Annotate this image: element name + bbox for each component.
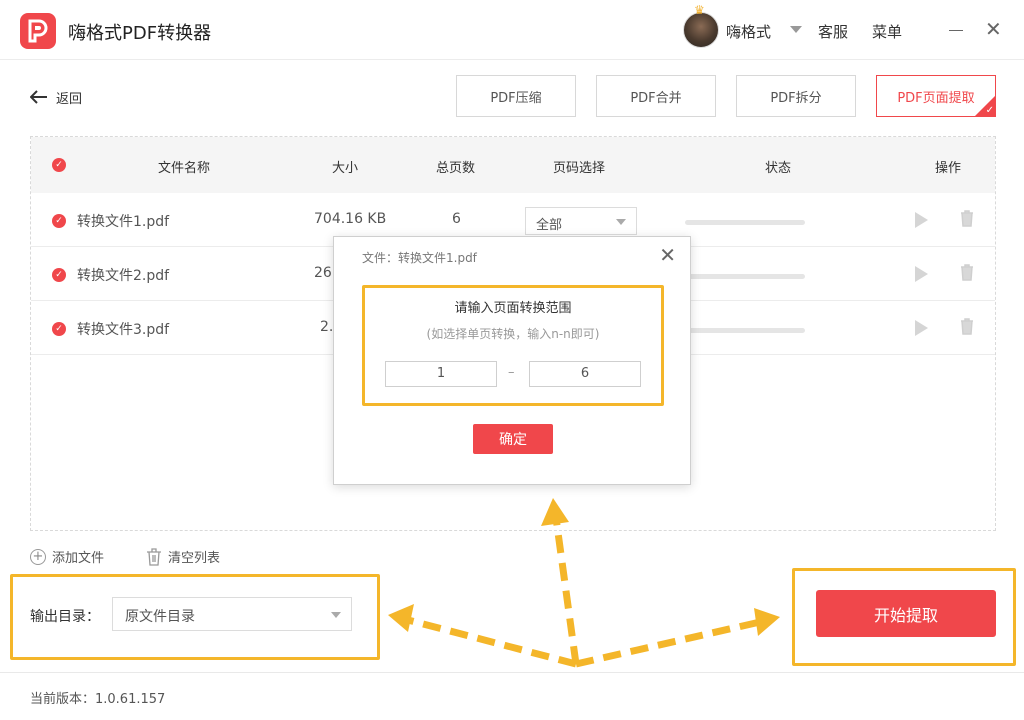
file-size: 704.16 KB xyxy=(314,211,387,227)
col-actions: 操作 xyxy=(935,161,962,176)
play-icon[interactable] xyxy=(915,266,928,282)
row-checkbox[interactable]: ✓ xyxy=(52,214,66,228)
check-icon: ✓ xyxy=(985,105,994,116)
row-checkbox[interactable]: ✓ xyxy=(52,322,66,336)
table-header: ✓ 文件名称 大小 总页数 页码选择 状态 操作 xyxy=(31,137,995,193)
menu-button[interactable]: 菜单 xyxy=(872,21,902,42)
range-input-highlight xyxy=(362,285,664,406)
minimize-icon[interactable] xyxy=(949,30,963,31)
page-select-value: 全部 xyxy=(536,218,563,233)
status-progress-bar xyxy=(685,220,805,225)
back-button[interactable]: 返回 xyxy=(30,86,82,108)
play-icon[interactable] xyxy=(915,320,928,336)
status-progress-bar xyxy=(685,274,805,279)
file-pages: 6 xyxy=(452,211,461,227)
version-text: 当前版本：1.0.61.157 xyxy=(30,692,166,707)
col-size: 大小 xyxy=(332,161,359,176)
tab-pdf-page-extract[interactable]: PDF页面提取 ✓ xyxy=(876,75,996,117)
tab-pdf-merge[interactable]: PDF合并 xyxy=(596,75,716,117)
clear-list-button[interactable]: 清空列表 xyxy=(146,547,220,566)
chevron-down-icon xyxy=(616,219,626,225)
add-file-label: 添加文件 xyxy=(52,551,105,566)
close-icon[interactable]: ✕ xyxy=(985,18,1002,40)
clear-list-label: 清空列表 xyxy=(168,551,221,566)
service-button[interactable]: 客服 xyxy=(818,21,848,42)
col-total-pages: 总页数 xyxy=(436,161,476,176)
user-name[interactable]: 嗨格式 xyxy=(726,21,771,42)
row-checkbox[interactable]: ✓ xyxy=(52,268,66,282)
add-file-button[interactable]: + 添加文件 xyxy=(30,547,104,566)
app-logo-icon xyxy=(20,13,56,49)
arrow-right-head xyxy=(754,608,780,636)
arrow-right-line xyxy=(575,618,761,668)
select-all-checkbox[interactable]: ✓ xyxy=(52,158,66,172)
file-size: 26 xyxy=(314,265,332,281)
tab-label: PDF页面提取 xyxy=(897,90,975,106)
file-size: 2. xyxy=(320,319,334,335)
start-button-highlight xyxy=(792,568,1016,666)
file-name: 转换文件1.pdf xyxy=(77,214,170,230)
file-name: 转换文件3.pdf xyxy=(77,322,170,338)
plus-icon: + xyxy=(30,548,46,565)
play-icon[interactable] xyxy=(915,212,928,228)
col-status: 状态 xyxy=(765,161,792,176)
app-title: 嗨格式PDF转换器 xyxy=(68,23,212,44)
output-dir-highlight xyxy=(10,574,380,660)
col-page-select: 页码选择 xyxy=(553,161,606,176)
crown-icon: ♛ xyxy=(694,3,705,17)
tab-pdf-split[interactable]: PDF拆分 xyxy=(736,75,856,117)
file-name: 转换文件2.pdf xyxy=(77,268,170,284)
status-progress-bar xyxy=(685,328,805,333)
trash-icon[interactable] xyxy=(960,318,974,335)
arrow-left-icon xyxy=(30,90,47,104)
arrow-left-line xyxy=(407,616,577,668)
trash-icon[interactable] xyxy=(960,210,974,227)
page-select-dropdown[interactable]: 全部 xyxy=(525,207,637,235)
close-icon[interactable]: ✕ xyxy=(659,243,676,267)
footer-divider xyxy=(0,672,1024,673)
confirm-button[interactable]: 确定 xyxy=(473,424,553,454)
col-file-name: 文件名称 xyxy=(158,161,211,176)
arrow-up-line xyxy=(552,517,580,665)
dialog-title: 文件：转换文件1.pdf xyxy=(362,251,477,265)
back-label: 返回 xyxy=(56,91,83,107)
trash-icon xyxy=(147,547,161,566)
trash-icon[interactable] xyxy=(960,264,974,281)
page-range-dialog: 文件：转换文件1.pdf ✕ 请输入页面转换范围 (如选择单页转换，输入n-n即… xyxy=(333,236,691,485)
tab-pdf-compress[interactable]: PDF压缩 xyxy=(456,75,576,117)
arrow-left-head xyxy=(388,604,414,632)
title-bar: 嗨格式PDF转换器 ♛ 嗨格式 客服 菜单 ✕ xyxy=(0,0,1024,60)
avatar[interactable] xyxy=(683,12,719,48)
chevron-down-icon[interactable] xyxy=(790,26,802,33)
